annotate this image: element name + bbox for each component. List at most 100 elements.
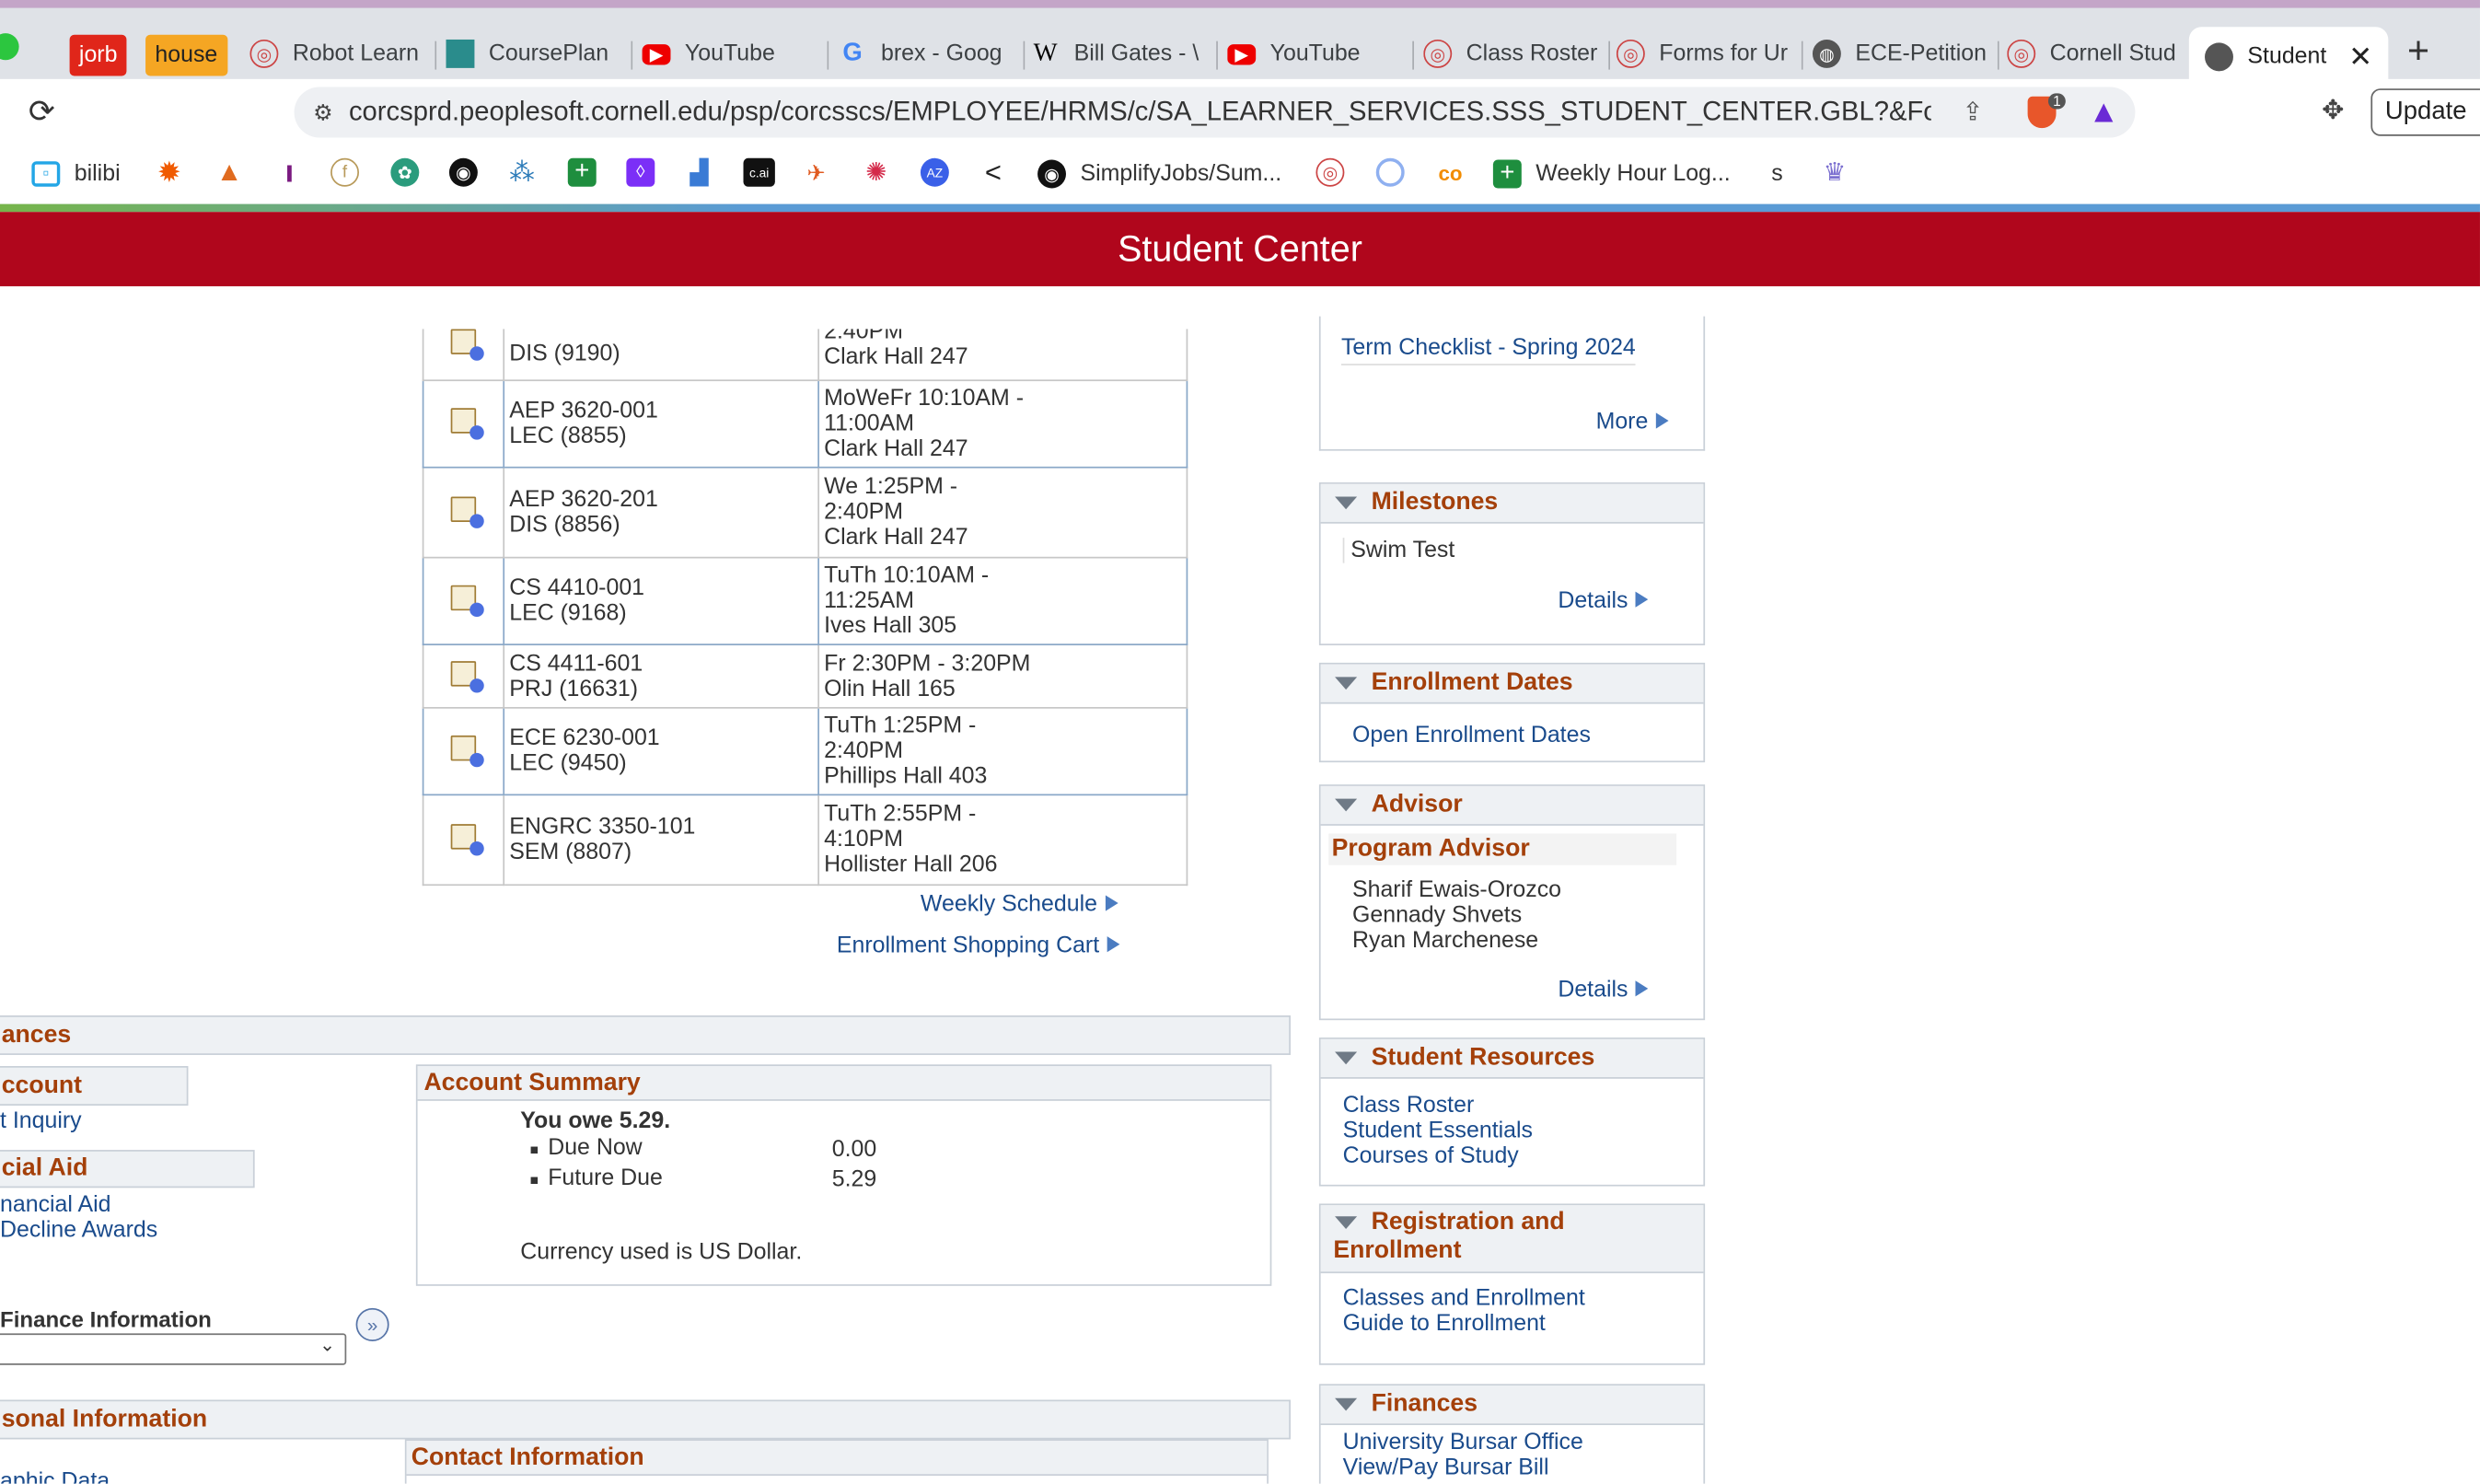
enrollment-dates-header[interactable]: Enrollment Dates bbox=[1320, 664, 1704, 704]
bookmark-crown-icon[interactable]: ♛ bbox=[1821, 158, 1849, 187]
collapse-triangle-icon[interactable] bbox=[1335, 496, 1358, 510]
bookmark-red-gear-icon[interactable]: ✺ bbox=[862, 158, 890, 187]
guide-to-enrollment-link[interactable]: Guide to Enrollment bbox=[1343, 1311, 1546, 1336]
bookmark-kite-icon[interactable]: ✈ bbox=[802, 158, 830, 187]
class-time-end: 11:00AM bbox=[824, 411, 915, 437]
link-text: Enrollment Shopping Cart bbox=[836, 933, 1100, 959]
account-inquiry-link[interactable]: t Inquiry bbox=[0, 1108, 82, 1133]
tab-cornell-stud[interactable]: ◎ Cornell Stud bbox=[2007, 27, 2184, 80]
globe-icon bbox=[2205, 42, 2233, 72]
bookmark-blue-circle-icon[interactable]: AZ bbox=[920, 157, 949, 187]
address-bar[interactable]: ⚙ corcsprd.peoplesoft.cornell.edu/psp/co… bbox=[294, 87, 2136, 138]
tab-student-active[interactable]: Student ✕ bbox=[2188, 27, 2389, 87]
bookmark-cai-icon[interactable]: c.ai bbox=[743, 157, 775, 187]
class-detail-icon[interactable] bbox=[422, 329, 505, 382]
tab-courseplan[interactable]: CoursePlan bbox=[446, 27, 633, 80]
bursar-office-link[interactable]: University Bursar Office bbox=[1343, 1430, 1583, 1455]
class-detail-icon[interactable] bbox=[422, 379, 505, 469]
collapse-triangle-icon[interactable] bbox=[1335, 1397, 1358, 1411]
view-pay-bursar-link[interactable]: View/Pay Bursar Bill bbox=[1343, 1455, 1549, 1480]
bookmark-s[interactable]: s bbox=[1771, 158, 1782, 190]
class-roster-link[interactable]: Class Roster bbox=[1343, 1093, 1475, 1118]
new-tab-icon[interactable]: + bbox=[2407, 30, 2429, 75]
tab-brex[interactable]: Gbrex - Goog bbox=[839, 27, 1026, 80]
view-financial-aid-link[interactable]: nancial Aid bbox=[0, 1192, 111, 1217]
class-detail-icon[interactable] bbox=[422, 466, 505, 559]
label-text: Due Now bbox=[548, 1135, 643, 1162]
window-control-icon[interactable] bbox=[0, 33, 19, 61]
classes-enrollment-link[interactable]: Classes and Enrollment bbox=[1343, 1286, 1585, 1311]
bookmark-purple-square-icon[interactable]: ◊ bbox=[626, 157, 655, 187]
tab-forms[interactable]: ◎ Forms for Ur bbox=[1616, 27, 1803, 80]
class-section: SEM (8807) bbox=[509, 840, 632, 865]
advisor-name: Gennady Shvets bbox=[1351, 903, 1523, 929]
close-tab-icon[interactable]: ✕ bbox=[2348, 41, 2372, 74]
bookmark-bilibili[interactable]: ▫ bilibi bbox=[31, 158, 121, 190]
github-icon[interactable]: ◉ bbox=[448, 157, 478, 187]
class-detail-icon[interactable] bbox=[422, 556, 505, 645]
bookmark-cornell-icon[interactable]: ◎ bbox=[1315, 157, 1345, 187]
term-checklist-link[interactable]: Term Checklist - Spring 2024 bbox=[1340, 335, 1636, 365]
class-detail-icon[interactable] bbox=[422, 706, 505, 796]
milestones-details-link[interactable]: Details bbox=[1558, 586, 1649, 615]
advisor-details-link[interactable]: Details bbox=[1558, 976, 1649, 1004]
other-finance-select[interactable]: ⌄ bbox=[0, 1333, 347, 1365]
bookmark-gear-icon[interactable]: ✹ bbox=[155, 156, 183, 187]
extensions-icon[interactable]: ✥ bbox=[2322, 95, 2344, 126]
bookmark-simplifyjobs[interactable]: ◉ SimplifyJobs/Sum... bbox=[1037, 158, 1281, 190]
github-icon: ◉ bbox=[1037, 159, 1066, 189]
tab-youtube[interactable]: ▶ YouTube bbox=[642, 27, 829, 80]
tab-ece-petition[interactable]: ◍ ECE-Petition bbox=[1812, 27, 1999, 80]
go-button[interactable]: » bbox=[355, 1307, 389, 1341]
youtube-icon: ▶ bbox=[642, 43, 671, 64]
milestones-header[interactable]: Milestones bbox=[1320, 483, 1704, 524]
bookmark-dots-icon[interactable]: ⁂ bbox=[508, 158, 537, 187]
collapse-triangle-icon[interactable] bbox=[1335, 798, 1358, 812]
bookmark-chart-icon[interactable]: ▟ bbox=[685, 158, 713, 187]
more-link[interactable]: More bbox=[1596, 408, 1669, 436]
student-essentials-link[interactable]: Student Essentials bbox=[1343, 1119, 1533, 1143]
bookmark-matlab-icon[interactable]: ▲ bbox=[215, 157, 244, 187]
arrow-right-icon bbox=[1636, 980, 1649, 997]
open-enrollment-dates-link[interactable]: Open Enrollment Dates bbox=[1352, 723, 1591, 748]
site-settings-icon[interactable]: ⚙ bbox=[313, 99, 333, 125]
bookmark-sheets-icon[interactable]: + bbox=[567, 157, 597, 187]
courses-of-study-link[interactable]: Courses of Study bbox=[1343, 1143, 1519, 1168]
class-cell: CS 4411-601 PRJ (16631) bbox=[503, 643, 819, 709]
brave-rewards-icon[interactable]: ▲ bbox=[2088, 94, 2119, 131]
class-detail-icon[interactable] bbox=[422, 643, 505, 709]
accept-decline-awards-link[interactable]: Decline Awards bbox=[0, 1218, 157, 1243]
bookmark-chatgpt-icon[interactable]: ✿ bbox=[390, 157, 420, 187]
arrow-right-icon bbox=[1107, 936, 1120, 953]
student-resources-header[interactable]: Student Resources bbox=[1320, 1038, 1704, 1079]
bookmark-purple-icon[interactable]: ı bbox=[275, 155, 304, 190]
bookmark-weekly-hour-log[interactable]: + Weekly Hour Log... bbox=[1492, 158, 1731, 190]
collapse-triangle-icon[interactable] bbox=[1335, 1051, 1358, 1065]
tab-robot-learn[interactable]: ◎ Robot Learn bbox=[249, 27, 437, 80]
bookmark-arrow-icon[interactable]: < bbox=[979, 156, 1008, 187]
tab-bill-gates[interactable]: W Bill Gates - \ bbox=[1031, 27, 1218, 80]
pinned-tab-jorb[interactable]: jorb bbox=[69, 34, 127, 76]
demographic-data-link[interactable]: aphic Data bbox=[0, 1469, 110, 1483]
pinned-tab-house[interactable]: house bbox=[145, 34, 227, 76]
class-detail-icon[interactable] bbox=[422, 794, 505, 887]
share-icon[interactable]: ⇪ bbox=[1962, 97, 1983, 128]
class-section: LEC (9450) bbox=[509, 751, 627, 777]
shopping-cart-link[interactable]: Enrollment Shopping Cart bbox=[837, 932, 1120, 960]
update-button[interactable]: Update bbox=[2370, 88, 2480, 136]
advisor-header[interactable]: Advisor bbox=[1320, 785, 1704, 826]
weekly-schedule-link[interactable]: Weekly Schedule bbox=[921, 890, 1118, 919]
page-content bbox=[0, 285, 2480, 1484]
url-text: corcsprd.peoplesoft.cornell.edu/psp/corc… bbox=[348, 96, 1931, 127]
page-load-bar bbox=[0, 203, 2480, 213]
tab-youtube-2[interactable]: ▶ YouTube bbox=[1227, 27, 1414, 80]
registration-header[interactable]: Registration and Enrollment bbox=[1320, 1205, 1704, 1274]
tab-class-roster[interactable]: ◎ Class Roster bbox=[1423, 27, 1611, 80]
bookmark-circle-icon[interactable]: f bbox=[330, 157, 360, 187]
collapse-triangle-icon[interactable] bbox=[1335, 1216, 1358, 1229]
bookmark-ring-icon[interactable] bbox=[1375, 157, 1405, 187]
reload-icon[interactable]: ⟳ bbox=[29, 92, 55, 132]
collapse-triangle-icon[interactable] bbox=[1335, 677, 1358, 690]
bookmark-co-icon[interactable]: co bbox=[1433, 158, 1468, 187]
finances-header[interactable]: Finances bbox=[1320, 1385, 1704, 1426]
